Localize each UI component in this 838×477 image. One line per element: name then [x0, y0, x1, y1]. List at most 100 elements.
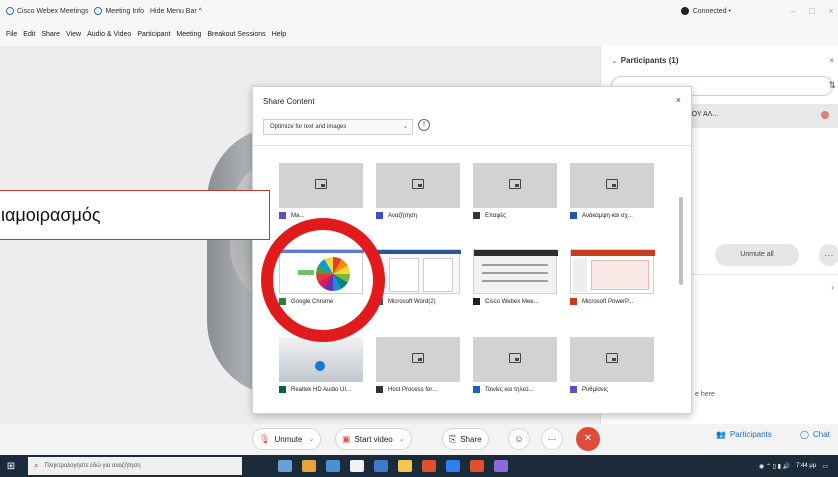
meeting-controls: 🎙 Unmute ⌄ ▣ Start video ⌄ ⎘ Share ☺ ···… — [0, 424, 838, 455]
text-line — [482, 272, 548, 274]
info-icon[interactable]: ! — [418, 119, 430, 131]
clock: 7:44 μμ — [796, 463, 817, 469]
menu-edit[interactable]: Edit — [23, 31, 35, 38]
end-meeting-button[interactable]: ✕ — [576, 427, 600, 451]
microphone-muted-icon[interactable] — [821, 111, 829, 119]
tray-icons[interactable]: ◉ ⌃ ▯ ▮ 🔊 — [759, 463, 790, 470]
app-title: Cisco Webex Meetings — [6, 7, 88, 15]
chat-collapse-icon[interactable]: › — [831, 283, 834, 292]
search-icon: ⌕ — [34, 461, 39, 470]
tile-label: Host Process for... — [388, 386, 438, 393]
more-options-button[interactable]: ··· — [819, 244, 838, 266]
taskbar-app-icon[interactable] — [302, 460, 316, 472]
realtek-logo — [315, 361, 325, 371]
menu-file[interactable]: File — [6, 31, 17, 38]
maximize-button[interactable]: □ — [805, 4, 819, 18]
participants-header[interactable]: ⌄ Participants (1) — [611, 56, 679, 65]
word-ribbon — [377, 250, 461, 254]
share-tile-webex[interactable]: Cisco Webex Mee... — [473, 249, 558, 305]
chevron-down-icon[interactable]: ⌄ — [399, 435, 405, 443]
meeting-info-button[interactable]: Meeting Info — [94, 7, 144, 15]
chevron-down-icon: ⌄ — [611, 56, 618, 65]
panel-close-icon[interactable]: × — [829, 56, 834, 65]
app-icon — [570, 212, 577, 219]
menu-help[interactable]: Help — [272, 31, 286, 38]
window-icon — [509, 353, 521, 363]
share-tile[interactable]: Ρυθμίσεις — [570, 337, 654, 393]
people-icon: 👥 — [716, 430, 726, 439]
window-thumbnail — [570, 163, 654, 208]
dialog-close-button[interactable]: × — [676, 95, 681, 105]
sort-icon[interactable]: ⇅ — [828, 80, 836, 91]
taskbar-app-icon[interactable] — [470, 460, 484, 472]
menu-share[interactable]: Share — [41, 31, 60, 38]
menu-audio-video[interactable]: Audio & Video — [87, 31, 131, 38]
dialog-scrollbar[interactable] — [679, 197, 683, 285]
notifications-icon[interactable]: ▭ — [822, 463, 828, 470]
search-placeholder: Πληκτρολογήστε εδώ για αναζήτηση — [44, 463, 141, 469]
webex-thumbnail — [473, 249, 558, 294]
window-thumbnail — [570, 337, 654, 382]
window-thumbnail — [473, 163, 557, 208]
tile-label: Αναζήτηση — [388, 212, 417, 219]
windows-start-icon[interactable]: ⊞ — [0, 455, 22, 477]
unmute-all-button[interactable]: Unmute all — [715, 244, 799, 266]
unmute-button[interactable]: 🎙 Unmute ⌄ — [252, 428, 322, 450]
app-icon — [473, 386, 480, 393]
minimize-button[interactable]: – — [786, 4, 800, 18]
close-window-button[interactable]: × — [824, 4, 838, 18]
hide-menu-bar-label: Hide Menu Bar ^ — [150, 7, 202, 15]
chat-icon: ◯ — [800, 430, 809, 439]
slide-panel — [573, 258, 587, 292]
connection-status[interactable]: Connected • — [680, 7, 731, 15]
share-button[interactable]: ⎘ Share — [442, 428, 489, 450]
text-line — [482, 280, 548, 282]
window-icon — [412, 179, 424, 189]
menu-breakout-sessions[interactable]: Breakout Sessions — [207, 31, 265, 38]
share-tile[interactable]: Ma... — [279, 163, 363, 219]
dialog-title: Share Content — [263, 97, 315, 106]
share-tile[interactable]: Ταινίες και τηλεό... — [473, 337, 557, 393]
taskbar-app-icon[interactable] — [446, 460, 460, 472]
menu-view[interactable]: View — [66, 31, 81, 38]
webex-window: Cisco Webex Meetings Meeting Info Hide M… — [0, 0, 838, 477]
title-bar: Cisco Webex Meetings Meeting Info Hide M… — [0, 0, 838, 22]
chat-button[interactable]: ◯ Chat — [800, 430, 830, 439]
window-thumbnail — [376, 163, 460, 208]
window-icon — [412, 353, 424, 363]
highlight-circle — [261, 218, 385, 342]
tile-label: Ma... — [291, 212, 305, 219]
share-tile[interactable]: Ανάκαμψη και σχ... — [570, 163, 654, 219]
menu-meeting[interactable]: Meeting — [176, 31, 201, 38]
share-tile[interactable]: Επαφές — [473, 163, 557, 219]
tile-label: Microsoft Word(2) — [388, 298, 436, 305]
participants-button[interactable]: 👥 Participants — [716, 430, 772, 439]
taskbar-search[interactable]: ⌕ Πληκτρολογήστε εδώ για αναζήτηση — [28, 457, 242, 475]
taskbar-app-icon[interactable] — [374, 460, 388, 472]
optimize-dropdown[interactable]: Optimize for text and images ⌄ — [263, 119, 413, 135]
taskbar-app-icon[interactable] — [326, 460, 340, 472]
window-icon — [606, 179, 618, 189]
start-video-button[interactable]: ▣ Start video ⌄ — [335, 428, 412, 450]
more-actions-button[interactable]: ··· — [541, 428, 563, 450]
share-tile[interactable]: Host Process for... — [376, 337, 460, 393]
chevron-down-icon[interactable]: ⌄ — [308, 435, 314, 443]
taskbar-app-icon[interactable] — [398, 460, 412, 472]
share-tile-powerpoint[interactable]: Microsoft PowerP... — [570, 249, 655, 305]
realtek-thumbnail — [279, 337, 363, 382]
tile-label: Ρυθμίσεις — [582, 386, 609, 393]
start-video-label: Start video — [354, 434, 393, 444]
reactions-button[interactable]: ☺ — [508, 428, 530, 450]
menu-participant[interactable]: Participant — [137, 31, 170, 38]
app-icon — [473, 212, 480, 219]
taskbar-app-icon[interactable] — [350, 460, 364, 472]
share-tile[interactable]: Realtek HD Audio UI... — [279, 337, 363, 393]
taskbar-app-icon[interactable] — [494, 460, 508, 472]
taskbar-app-icon[interactable] — [278, 460, 292, 472]
share-tile-word[interactable]: Microsoft Word(2) — [376, 249, 461, 305]
info-icon — [94, 7, 103, 15]
realtek-icon — [279, 386, 286, 393]
share-tile[interactable]: Αναζήτηση — [376, 163, 460, 219]
hide-menu-bar-button[interactable]: Hide Menu Bar ^ — [150, 8, 202, 15]
taskbar-app-icon[interactable] — [422, 460, 436, 472]
